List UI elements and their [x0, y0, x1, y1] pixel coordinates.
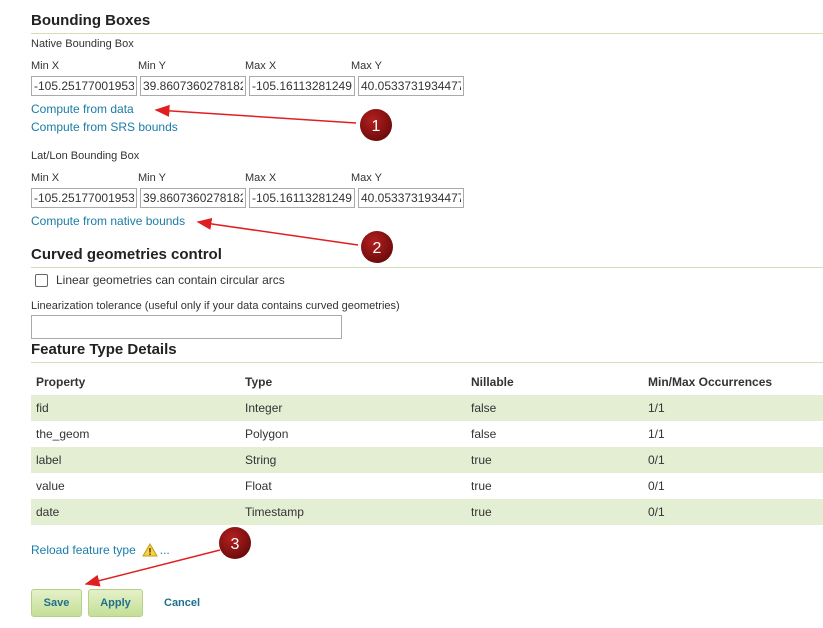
latlon-max-x-input[interactable] — [249, 188, 355, 208]
tolerance-label: Linearization tolerance (useful only if … — [31, 300, 400, 312]
native-max-x-label: Max X — [245, 60, 277, 72]
latlon-min-x-label: Min X — [31, 172, 60, 184]
table-header-row: Property Type Nillable Min/Max Occurrenc… — [31, 369, 823, 395]
cell-type: Float — [245, 479, 272, 493]
feature-type-table: Property Type Nillable Min/Max Occurrenc… — [31, 369, 823, 525]
cell-property: the_geom — [36, 427, 90, 441]
feature-type-details-title: Feature Type Details — [31, 341, 823, 363]
native-bbox-label: Native Bounding Box — [31, 38, 134, 50]
cell-type: String — [240, 447, 466, 473]
cell-property: fid — [31, 395, 240, 421]
annotation-arrow — [154, 104, 357, 124]
cell-occurrences: 0/1 — [643, 447, 823, 473]
latlon-max-y-label: Max Y — [351, 172, 382, 184]
cell-property: label — [31, 447, 240, 473]
compute-from-native-link[interactable]: Compute from native bounds — [31, 214, 185, 228]
cell-occurrences: 1/1 — [648, 427, 665, 441]
header-type: Type — [245, 375, 273, 389]
cell-nillable: false — [471, 427, 497, 441]
annotation-marker-3: 3 — [219, 527, 251, 559]
native-min-x-label: Min X — [31, 60, 60, 72]
latlon-min-y-input[interactable] — [140, 188, 246, 208]
circular-arcs-label: Linear geometries can contain circular a… — [56, 273, 285, 287]
header-occurrences: Min/Max Occurrences — [648, 375, 773, 389]
cell-type: Integer — [240, 395, 466, 421]
table-row: fid Integer false 1/1 — [31, 395, 823, 421]
compute-from-srs-link[interactable]: Compute from SRS bounds — [31, 120, 178, 134]
cancel-link[interactable]: Cancel — [164, 597, 200, 609]
circular-arcs-checkbox-row[interactable]: Linear geometries can contain circular a… — [35, 273, 285, 287]
bounding-boxes-title: Bounding Boxes — [31, 12, 823, 34]
cell-nillable: true — [471, 479, 492, 493]
cell-property: date — [31, 499, 240, 525]
cell-occurrences: 1/1 — [643, 395, 823, 421]
latlon-bbox-inputs — [31, 188, 467, 208]
latlon-max-y-input[interactable] — [358, 188, 464, 208]
compute-from-data-link[interactable]: Compute from data — [31, 102, 134, 116]
native-max-x-input[interactable] — [249, 76, 355, 96]
native-min-y-label: Min Y — [138, 60, 166, 72]
apply-button[interactable]: Apply — [88, 589, 143, 617]
annotation-marker-label: 1 — [372, 118, 381, 135]
native-bbox-inputs — [31, 76, 467, 96]
cell-type: Timestamp — [240, 499, 466, 525]
cell-occurrences: 0/1 — [648, 479, 665, 493]
cell-nillable: true — [466, 499, 643, 525]
native-min-x-input[interactable] — [31, 76, 137, 96]
native-max-y-label: Max Y — [351, 60, 382, 72]
cell-occurrences: 0/1 — [643, 499, 823, 525]
annotation-marker-label: 3 — [231, 536, 240, 553]
circular-arcs-checkbox[interactable] — [35, 273, 48, 287]
cell-property: value — [36, 479, 65, 493]
tolerance-input[interactable] — [31, 315, 342, 339]
cell-type: Polygon — [245, 427, 289, 441]
reload-row: Reload feature type ... — [31, 543, 170, 557]
latlon-min-x-input[interactable] — [31, 188, 137, 208]
table-row: value Float true 0/1 — [31, 473, 823, 499]
latlon-max-x-label: Max X — [245, 172, 277, 184]
reload-feature-type-link[interactable]: Reload feature type — [31, 543, 136, 557]
annotation-arrow — [196, 217, 359, 246]
table-row: the_geom Polygon false 1/1 — [31, 421, 823, 447]
table-row: date Timestamp true 0/1 — [31, 499, 823, 525]
cell-nillable: false — [466, 395, 643, 421]
latlon-min-y-label: Min Y — [138, 172, 166, 184]
table-row: label String true 0/1 — [31, 447, 823, 473]
reload-ellipsis[interactable]: ... — [160, 543, 170, 557]
curved-geometries-title: Curved geometries control — [31, 246, 823, 268]
latlon-bbox-label: Lat/Lon Bounding Box — [31, 150, 140, 162]
save-button[interactable]: Save — [31, 589, 82, 617]
warning-icon[interactable] — [141, 543, 158, 557]
native-max-y-input[interactable] — [358, 76, 464, 96]
annotation-marker-1: 1 — [360, 109, 392, 141]
header-property: Property — [36, 375, 86, 389]
header-nillable: Nillable — [471, 375, 514, 389]
native-min-y-input[interactable] — [140, 76, 246, 96]
cell-nillable: true — [466, 447, 643, 473]
